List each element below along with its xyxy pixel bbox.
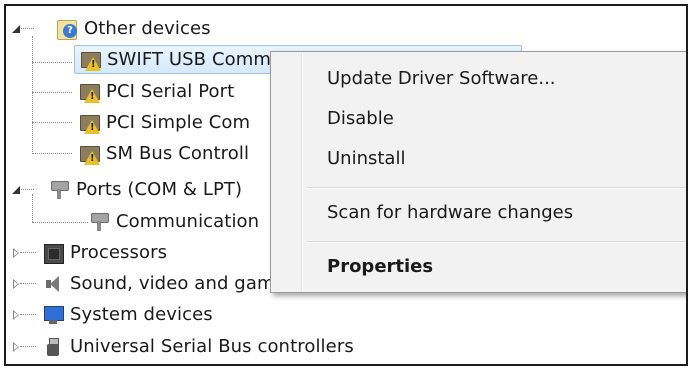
system-device-icon bbox=[42, 304, 64, 326]
usb-icon bbox=[42, 336, 64, 358]
warning-device-icon: ! bbox=[78, 112, 100, 134]
tree-node-other-devices[interactable]: ? Other devices bbox=[10, 14, 211, 43]
tree-node-communication-port[interactable]: Communication bbox=[88, 207, 259, 236]
expand-arrow-icon[interactable] bbox=[10, 277, 24, 291]
tree-node-usb-controllers[interactable]: Universal Serial Bus controllers bbox=[10, 332, 354, 361]
tree-node-label: System devices bbox=[70, 304, 213, 325]
port-icon bbox=[48, 179, 70, 201]
tree-node-label: PCI Serial Port bbox=[106, 81, 235, 102]
warning-device-icon: ! bbox=[79, 49, 101, 71]
tree-node-sm-bus-controller[interactable]: ! SM Bus Controll bbox=[78, 139, 249, 168]
tree-node-label: Processors bbox=[70, 242, 168, 263]
expand-arrow-icon[interactable] bbox=[10, 246, 24, 260]
tree-node-label: Universal Serial Bus controllers bbox=[70, 336, 354, 357]
collapse-arrow-icon[interactable] bbox=[10, 183, 24, 197]
collapse-arrow-icon[interactable] bbox=[10, 22, 24, 36]
menu-item-update-driver[interactable]: Update Driver Software... bbox=[327, 68, 556, 89]
tree-connector bbox=[32, 222, 88, 223]
tree-connector bbox=[32, 62, 72, 63]
menu-item-properties[interactable]: Properties bbox=[327, 256, 433, 277]
tree-node-label: Ports (COM & LPT) bbox=[76, 179, 243, 200]
port-icon bbox=[88, 211, 110, 233]
menu-separator bbox=[307, 187, 685, 189]
tree-node-label: SM Bus Controll bbox=[106, 143, 250, 164]
tree-node-label: Communication bbox=[116, 211, 260, 232]
context-menu: Update Driver Software... Disable Uninst… bbox=[270, 51, 686, 293]
tree-connector bbox=[32, 153, 72, 154]
tree-node-label: Other devices bbox=[84, 18, 211, 39]
tree-node-ports[interactable]: Ports (COM & LPT) bbox=[10, 175, 242, 204]
menu-item-uninstall[interactable]: Uninstall bbox=[327, 148, 405, 169]
tree-node-pci-serial-port[interactable]: ! PCI Serial Port bbox=[78, 77, 234, 106]
tree-node-pci-simple-com[interactable]: ! PCI Simple Com bbox=[78, 108, 250, 137]
unknown-device-icon: ? bbox=[56, 18, 78, 40]
menu-item-disable[interactable]: Disable bbox=[327, 108, 394, 129]
tree-node-label: PCI Simple Com bbox=[106, 112, 251, 133]
menu-separator bbox=[307, 241, 685, 243]
warning-device-icon: ! bbox=[78, 143, 100, 165]
tree-node-system-devices[interactable]: System devices bbox=[10, 300, 213, 329]
processor-icon bbox=[42, 242, 64, 264]
device-manager-window: ? Other devices ! SWIFT USB Comm ! PCI S… bbox=[4, 4, 688, 366]
tree-connector bbox=[32, 122, 72, 123]
warning-device-icon: ! bbox=[78, 81, 100, 103]
menu-gutter bbox=[301, 54, 303, 290]
speaker-icon bbox=[42, 273, 64, 295]
tree-node-label: SWIFT USB Comm bbox=[107, 49, 272, 70]
tree-connector bbox=[32, 92, 72, 93]
expand-arrow-icon[interactable] bbox=[10, 308, 24, 322]
expand-arrow-icon[interactable] bbox=[10, 340, 24, 354]
tree-node-processors[interactable]: Processors bbox=[10, 238, 167, 267]
menu-item-scan-hardware[interactable]: Scan for hardware changes bbox=[327, 202, 573, 223]
tree-connector bbox=[32, 36, 33, 154]
